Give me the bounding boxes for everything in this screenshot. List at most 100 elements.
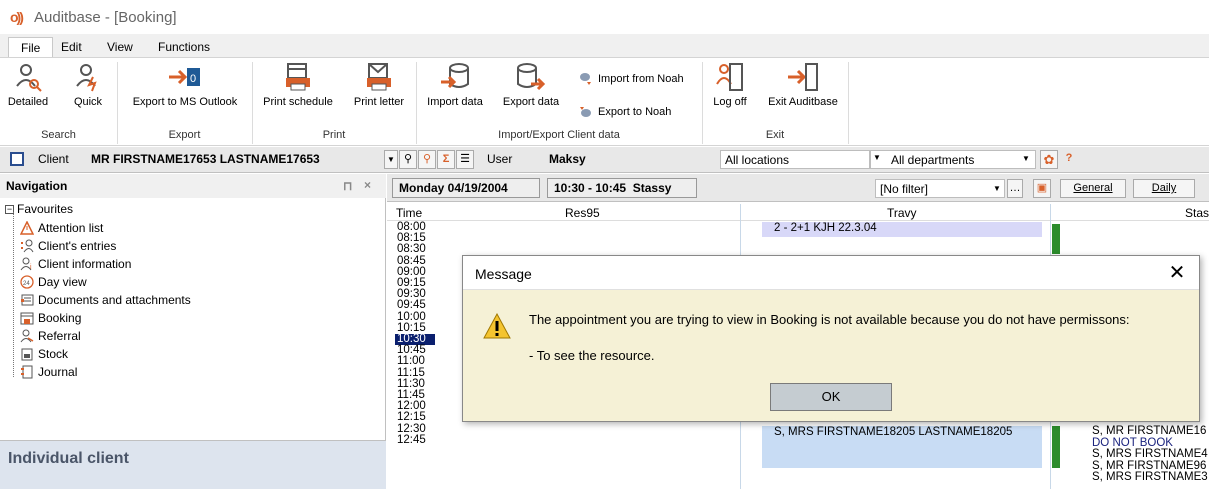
export-noah-label: Export to Noah (598, 106, 672, 118)
time-slot[interactable]: 11:00 (395, 356, 435, 368)
individual-client-panel[interactable]: Individual client (0, 440, 386, 489)
export-outlook-button[interactable]: 0 Export to MS Outlook (125, 62, 245, 108)
tab-view[interactable]: View (95, 37, 145, 58)
detailed-search-button[interactable]: Detailed (6, 62, 50, 108)
nav-label: Documents and attachments (38, 293, 191, 307)
time-slot[interactable]: 12:15 (395, 412, 435, 424)
ok-button[interactable]: OK (770, 383, 892, 411)
navigation-header: Navigation ⊓ × (0, 174, 386, 198)
window-toggle-icon[interactable] (10, 152, 24, 166)
tab-file[interactable]: File (8, 37, 54, 58)
nav-day-view[interactable]: 24 Day view (20, 273, 87, 291)
time-slot[interactable]: 10:00 (395, 311, 435, 323)
today-calendar-icon[interactable]: ▣ (1033, 179, 1051, 198)
nav-label: Booking (38, 311, 82, 325)
client-bar: Client MR FIRSTNAME17653 LASTNAME17653 ▼… (0, 147, 1209, 173)
travy-appointment[interactable]: 2 - 2+1 KJH 22.3.04 (762, 222, 1042, 237)
stock-icon (21, 348, 33, 361)
person-search-icon (16, 64, 42, 92)
booking-date[interactable]: Monday 04/19/2004 (392, 178, 540, 198)
chevron-down-icon: ▼ (873, 153, 881, 162)
quick-search-button[interactable]: Quick (68, 62, 108, 108)
export-data-button[interactable]: Export data (497, 62, 565, 108)
close-pane-icon[interactable]: × (364, 178, 371, 192)
client-dropdown-icon[interactable]: ▼ (384, 150, 398, 169)
client-value[interactable]: MR FIRSTNAME17653 LASTNAME17653 (91, 152, 320, 166)
time-slot[interactable]: 12:30 (395, 423, 435, 435)
nav-client-information[interactable]: i Client information (20, 255, 131, 273)
list-icon[interactable]: ☰ (456, 150, 474, 169)
stas-appointments[interactable]: S, MR FIRSTNAME16 DO NOT BOOK S, MRS FIR… (1092, 425, 1209, 484)
time-slot[interactable]: 08:45 (395, 255, 435, 267)
detailed-label: Detailed (7, 96, 49, 108)
import-noah-button[interactable]: Import from Noah (578, 72, 684, 86)
noah-import-icon (580, 73, 591, 85)
locations-value: All locations (725, 153, 790, 167)
sigma-icon[interactable]: Σ (437, 150, 455, 169)
referral-icon (20, 329, 34, 343)
nav-booking[interactable]: Booking (20, 309, 81, 327)
time-slot[interactable]: 11:15 (395, 367, 435, 379)
booking-slot[interactable]: 10:30 - 10:45 Stassy (547, 178, 697, 198)
nav-clients-entries[interactable]: Client's entries (20, 237, 116, 255)
quick-label: Quick (73, 96, 103, 108)
navigation-pane: Navigation ⊓ × − Favourites Attention li… (0, 174, 386, 489)
exit-door-icon (788, 63, 818, 91)
calendar-icon (20, 312, 34, 325)
col-travy: Travy (887, 206, 917, 220)
dialog-title: Message (475, 266, 532, 282)
print-letter-button[interactable]: Print letter (348, 62, 410, 108)
tab-edit[interactable]: Edit (49, 37, 94, 58)
slot-who: Stassy (632, 181, 672, 195)
ribbon: Detailed Quick 0 Export to MS Outlook Pr… (0, 57, 1209, 146)
time-slot[interactable]: 12:45 (395, 434, 435, 446)
help-icon[interactable]: ? (1060, 150, 1078, 169)
nav-attention-list[interactable]: Attention list (20, 219, 103, 237)
filter-more-button[interactable]: … (1007, 179, 1023, 198)
departments-select[interactable]: All departments ▼ (870, 150, 1036, 169)
svg-text:24: 24 (23, 281, 30, 287)
nav-journal[interactable]: Journal (20, 363, 77, 381)
exit-auditbase-button[interactable]: Exit Auditbase (762, 62, 844, 108)
export-data-label: Export data (502, 96, 560, 108)
chevron-down-icon[interactable]: ▼ (1022, 154, 1030, 163)
favourites-root[interactable]: − Favourites (5, 202, 73, 216)
exit-label: Exit Auditbase (768, 96, 838, 108)
export-noah-button[interactable]: Export to Noah (578, 105, 671, 119)
dialog-title-bar: Message ✕ (463, 256, 1199, 290)
tab-functions[interactable]: Functions (146, 37, 222, 58)
nav-referral[interactable]: Referral (20, 327, 81, 345)
stas-entry[interactable]: S, MRS FIRSTNAME4 (1092, 448, 1209, 461)
print-letter-icon (367, 63, 391, 91)
close-icon[interactable]: ✕ (1165, 262, 1189, 286)
settings-gear-icon[interactable]: ✿ (1040, 150, 1058, 169)
locations-select[interactable]: All locations (720, 150, 870, 169)
time-slot[interactable]: 09:45 (395, 300, 435, 312)
group-exit: Exit (765, 129, 785, 141)
travy-appointment-2[interactable]: S, MRS FIRSTNAME18205 LASTNAME18205 (762, 426, 1042, 468)
pin-icon[interactable]: ⊓ (343, 179, 352, 193)
nav-stock[interactable]: Stock (20, 345, 68, 363)
stas-entry[interactable]: S, MR FIRSTNAME16 (1092, 425, 1209, 438)
chevron-down-icon: ▼ (993, 184, 1001, 193)
time-slot[interactable]: 08:30 (395, 244, 435, 256)
general-view-button[interactable]: General (1060, 179, 1126, 198)
daily-view-button[interactable]: Daily (1133, 179, 1195, 198)
col-res95: Res95 (565, 206, 600, 220)
svg-text:i: i (30, 264, 32, 271)
filter-select[interactable]: [No filter] ▼ (875, 179, 1005, 198)
nav-label: Attention list (38, 221, 104, 235)
person-icon[interactable]: ⚲ (399, 150, 417, 169)
group-export: Export (168, 129, 201, 141)
print-schedule-button[interactable]: Print schedule (258, 62, 338, 108)
import-data-button[interactable]: Import data (422, 62, 488, 108)
nav-documents[interactable]: Documents and attachments (20, 291, 191, 309)
log-off-button[interactable]: Log off (707, 62, 753, 108)
clock-24-icon: 24 (20, 275, 34, 289)
menu-tabs: File Edit View Functions (0, 34, 1209, 58)
stas-entry[interactable]: S, MRS FIRSTNAME3 (1092, 471, 1209, 484)
person-add-icon[interactable]: ⚲ (418, 150, 436, 169)
import-noah-label: Import from Noah (598, 73, 684, 85)
log-off-icon (716, 63, 743, 91)
user-value[interactable]: Maksy (549, 152, 586, 166)
